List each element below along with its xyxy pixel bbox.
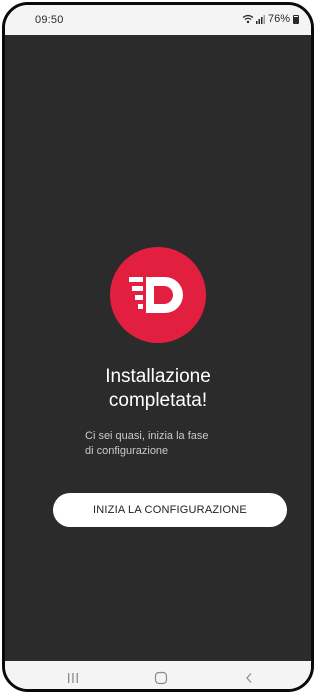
- signal-icon: [255, 15, 265, 24]
- subtitle: Ci sei quasi, inizia la fase di configur…: [85, 429, 265, 459]
- subtitle-line-1: Ci sei quasi, inizia la fase: [85, 430, 209, 442]
- battery-percentage: 76%: [267, 13, 290, 25]
- battery-icon: [293, 14, 299, 24]
- title-line-1: Installazione: [105, 366, 211, 387]
- phone-frame: 09:50 76% Installazione completata! Ci s…: [2, 2, 314, 692]
- wifi-icon: [242, 14, 254, 24]
- recent-apps-icon: [68, 673, 78, 683]
- system-nav-bar: [5, 661, 311, 689]
- title-line-2: completata!: [108, 390, 208, 411]
- brand-d-logo-icon: [129, 277, 183, 313]
- page-title: Installazione completata!: [5, 365, 311, 413]
- start-configuration-button[interactable]: INIZIA LA CONFIGURAZIONE: [53, 493, 287, 527]
- subtitle-line-2: di configurazione: [85, 445, 169, 457]
- back-button[interactable]: [219, 661, 279, 689]
- status-time: 09:50: [35, 14, 64, 26]
- status-indicators: 76%: [242, 13, 299, 25]
- status-icons: [242, 14, 265, 24]
- status-bar: 09:50 76%: [5, 5, 311, 35]
- back-icon: [246, 673, 252, 683]
- app-screen: Installazione completata! Ci sei quasi, …: [5, 35, 311, 661]
- app-logo: [110, 247, 206, 343]
- recent-apps-button[interactable]: [43, 661, 103, 689]
- home-button[interactable]: [131, 661, 191, 689]
- home-icon: [154, 671, 168, 685]
